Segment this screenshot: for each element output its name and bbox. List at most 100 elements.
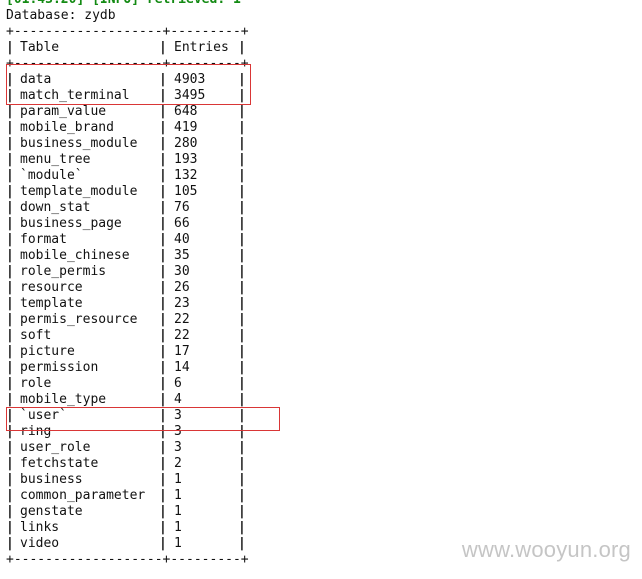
column-divider-left: | [6,104,14,119]
entries-cell: 40 [174,232,190,247]
entries-cell: 1 [174,488,182,503]
column-divider-right: | [238,312,246,327]
column-divider-right: | [238,440,246,455]
column-divider-left: | [6,40,14,55]
table-row: | down_stat | 76 | [6,200,256,216]
column-divider-right: | [238,216,246,231]
entries-cell: 66 [174,216,190,231]
column-divider-left: | [6,216,14,231]
table-name-cell: data [20,72,52,87]
table-name-cell: business_module [20,136,138,151]
column-divider-middle: | [159,328,167,343]
entries-cell: 4 [174,392,182,407]
column-divider-left: | [6,120,14,135]
table-row: | business | 1 | [6,472,256,488]
column-divider-left: | [6,312,14,327]
table-row: | fetchstate | 2 | [6,456,256,472]
column-divider-right: | [238,264,246,279]
column-divider-right: | [238,120,246,135]
column-divider-right: | [238,184,246,199]
table-name-cell: permission [20,360,99,375]
entries-cell: 22 [174,312,190,327]
status-line: [01:43:20] [INFO] retrieved: 1 [6,0,241,8]
entries-cell: 132 [174,168,198,183]
column-divider-left: | [6,408,14,423]
column-divider-right: | [238,248,246,263]
column-divider-middle: | [159,536,167,551]
table-row: | template_module | 105 | [6,184,256,200]
table-row: | `module` | 132 | [6,168,256,184]
entries-cell: 6 [174,376,182,391]
column-divider-right: | [238,328,246,343]
column-divider-left: | [6,184,14,199]
column-divider-left: | [6,72,14,87]
entries-cell: 648 [174,104,198,119]
column-divider-left: | [6,472,14,487]
table-name-cell: template [20,296,83,311]
table-name-cell: `user` [20,408,67,423]
entries-cell: 3 [174,424,182,439]
entries-cell: 2 [174,456,182,471]
column-divider-right: | [238,392,246,407]
table-name-cell: `module` [20,168,83,183]
column-divider-middle: | [159,392,167,407]
table-row: | match_terminal | 3495 | [6,88,256,104]
table-name-cell: ring [20,424,52,439]
table-name-cell: genstate [20,504,83,519]
entries-cell: 280 [174,136,198,151]
column-divider-middle: | [159,408,167,423]
table-row: | role | 6 | [6,376,256,392]
entries-cell: 1 [174,520,182,535]
table-name-cell: common_parameter [20,488,146,503]
column-divider-right: | [238,152,246,167]
table-row: | `user` | 3 | [6,408,256,424]
table-border-top: +-------------------+---------+ [6,24,249,39]
column-divider-middle: | [159,360,167,375]
column-divider-left: | [6,376,14,391]
table-row: | template | 23 | [6,296,256,312]
column-divider-right: | [238,200,246,215]
entries-cell: 17 [174,344,190,359]
table-name-cell: match_terminal [20,88,130,103]
table-name-cell: user_role [20,440,91,455]
column-divider-left: | [6,520,14,535]
column-divider-right: | [238,520,246,535]
table-row: | format | 40 | [6,232,256,248]
table-name-cell: role [20,376,52,391]
column-divider-middle: | [159,456,167,471]
column-divider-left: | [6,264,14,279]
table-name-cell: business_page [20,216,122,231]
table-row: | user_role | 3 | [6,440,256,456]
table-name-cell: param_value [20,104,107,119]
column-divider-left: | [6,152,14,167]
table-border-bottom: +-------------------+---------+ [6,552,249,567]
column-divider-left: | [6,456,14,471]
column-divider-right: | [238,104,246,119]
column-divider-middle: | [159,520,167,535]
table-row: | soft | 22 | [6,328,256,344]
entries-cell: 419 [174,120,198,135]
table-name-cell: menu_tree [20,152,91,167]
column-divider-right: | [238,360,246,375]
entries-cell: 1 [174,472,182,487]
table-row: | param_value | 648 | [6,104,256,120]
table-row: | common_parameter | 1 | [6,488,256,504]
table-row: | business_module | 280 | [6,136,256,152]
column-divider-left: | [6,360,14,375]
column-divider-left: | [6,488,14,503]
column-divider-right: | [238,136,246,151]
table-name-cell: mobile_brand [20,120,114,135]
column-divider-middle: | [159,184,167,199]
column-divider-left: | [6,424,14,439]
table-name-cell: permis_resource [20,312,138,327]
column-divider-middle: | [159,344,167,359]
column-divider-right: | [238,408,246,423]
table-name-cell: down_stat [20,200,91,215]
column-divider-left: | [6,536,14,551]
column-divider-right: | [238,376,246,391]
column-divider-right: | [238,504,246,519]
column-divider-middle: | [159,504,167,519]
table-row: | picture | 17 | [6,344,256,360]
table-row: | role_permis | 30 | [6,264,256,280]
column-divider-right: | [238,296,246,311]
